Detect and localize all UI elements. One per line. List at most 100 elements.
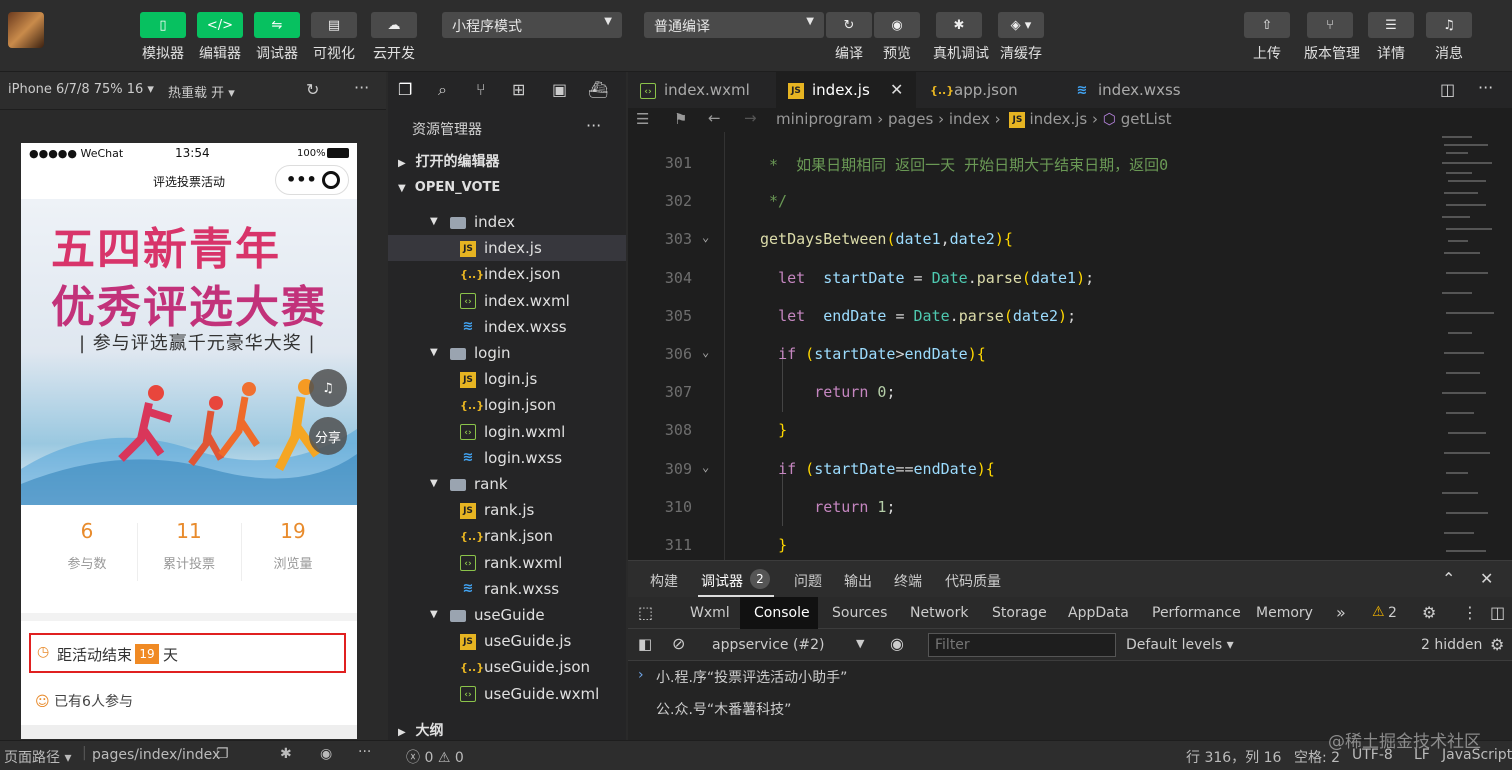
tree-item-rank-wxss[interactable]: ≋ rank.wxss — [388, 576, 626, 602]
dock-icon[interactable]: ◫ — [1490, 603, 1505, 622]
upload-button[interactable]: ⇧ 上传 — [1242, 12, 1292, 63]
code-line[interactable]: 303 getDaysBetween(date1,date2){⌄ — [628, 230, 1436, 268]
more-panels-icon[interactable]: » — [1336, 603, 1346, 622]
open-editors-section[interactable]: ▶ 打开的编辑器 — [388, 149, 626, 175]
tree-item-login-wxss[interactable]: ≋ login.wxss — [388, 445, 626, 471]
code-line[interactable]: 307 return 0; — [628, 383, 1436, 421]
code-line[interactable]: 302 */ — [628, 192, 1436, 230]
cursor-position[interactable]: 行 316，列 16 — [1186, 747, 1281, 767]
tab-build[interactable]: 构建 — [650, 571, 678, 591]
forward-arrow-icon[interactable]: → — [744, 109, 757, 127]
share-button[interactable]: 分享 — [309, 417, 347, 455]
panel-console[interactable]: Console — [754, 605, 810, 621]
tab-output[interactable]: 输出 — [844, 571, 872, 591]
tree-item-index-wxml[interactable]: ‹› index.wxml — [388, 288, 626, 314]
code-line[interactable]: 308 } — [628, 421, 1436, 459]
more-icon[interactable]: ··· — [358, 744, 371, 760]
sidebar-toggle-icon[interactable]: ◧ — [638, 635, 652, 653]
code-line[interactable]: 309 if (startDate==endDate){⌄ — [628, 460, 1436, 498]
files-icon[interactable]: ❐ — [398, 80, 412, 99]
copy-icon[interactable]: ❐ — [216, 746, 229, 762]
avatar[interactable] — [8, 12, 44, 48]
bookmark-icon[interactable]: ⚑ — [674, 110, 687, 128]
search-icon[interactable]: ⌕ — [438, 80, 447, 100]
code-line[interactable]: 311 } — [628, 536, 1436, 560]
tree-item-rank-js[interactable]: JS rank.js — [388, 497, 626, 523]
eye-icon[interactable]: ◉ — [320, 746, 332, 762]
more-icon[interactable]: ··· — [1478, 78, 1493, 97]
chevron-up-icon[interactable]: ⌃ — [1442, 569, 1455, 588]
clear-console-icon[interactable]: ⊘ — [672, 634, 685, 653]
capsule-button[interactable]: ••• — [275, 165, 349, 195]
tree-item-useGuide-js[interactable]: JS useGuide.js — [388, 628, 626, 654]
crumb-index[interactable]: index — [949, 110, 990, 128]
project-section[interactable]: ▼ OPEN_VOTE — [388, 175, 626, 201]
panel-appdata[interactable]: AppData — [1068, 605, 1129, 621]
tree-item-index-json[interactable]: {..}index.json — [388, 261, 626, 287]
editor-button[interactable]: </> 编辑器 — [195, 12, 245, 63]
gear-icon[interactable]: ⚙ — [1422, 603, 1436, 622]
split-editor-icon[interactable]: ◫ — [1440, 80, 1455, 99]
crumb-symbol[interactable]: getList — [1121, 110, 1172, 128]
tree-item-useGuide-wxml[interactable]: ‹› useGuide.wxml — [388, 681, 626, 707]
details-button[interactable]: ☰ 详情 — [1366, 12, 1416, 63]
panel-memory[interactable]: Memory — [1256, 605, 1313, 621]
rotate-icon[interactable]: ↻ — [306, 80, 319, 99]
more-icon[interactable]: ··· — [354, 78, 369, 97]
messages-button[interactable]: ♫ 消息 — [1424, 12, 1474, 63]
compile-select[interactable]: 普通编译 ▼ — [644, 12, 824, 38]
device-select[interactable]: iPhone 6/7/8 75% 16 ▾ — [8, 82, 154, 97]
tree-item-useGuide-json[interactable]: {..}useGuide.json — [388, 654, 626, 680]
panel-storage[interactable]: Storage — [992, 605, 1047, 621]
panel-wxml[interactable]: Wxml — [690, 605, 730, 621]
cloud-button[interactable]: ☁ 云开发 — [369, 12, 419, 63]
tree-item-index-wxss[interactable]: ≋ index.wxss — [388, 314, 626, 340]
eye-icon[interactable]: ◉ — [890, 634, 904, 653]
panel-sources[interactable]: Sources — [832, 605, 887, 621]
code-line[interactable]: 304 let startDate = Date.parse(date1); — [628, 269, 1436, 307]
more-icon[interactable]: ••• — [286, 170, 317, 189]
visualize-button[interactable]: ▤ 可视化 — [309, 12, 359, 63]
tab-debugger[interactable]: 调试器 — [701, 571, 743, 591]
code-line[interactable]: 306 if (startDate>endDate){⌄ — [628, 345, 1436, 383]
tab-code-quality[interactable]: 代码质量 — [945, 571, 1001, 591]
problems-indicator[interactable]: ⓧ 0 ⚠ 0 — [406, 747, 464, 767]
minimap[interactable] — [1436, 132, 1512, 560]
save-icon[interactable]: ▣ — [552, 80, 567, 99]
tree-item-useGuide[interactable]: ▼ useGuide — [388, 602, 626, 628]
crumb-pages[interactable]: pages — [888, 110, 933, 128]
fold-chevron-icon[interactable]: ⌄ — [702, 345, 709, 359]
tree-item-login-json[interactable]: {..}login.json — [388, 392, 626, 418]
preview-button[interactable]: ◉ 预览 — [872, 12, 922, 63]
code-editor[interactable]: 301 * 如果日期相同 返回一天 开始日期大于结束日期，返回0 302 */30… — [628, 132, 1436, 560]
tab-problems[interactable]: 问题 — [794, 571, 822, 591]
back-arrow-icon[interactable]: ← — [708, 109, 721, 127]
code-line[interactable]: 301 * 如果日期相同 返回一天 开始日期大于结束日期，返回0 — [628, 154, 1436, 192]
hot-reload-select[interactable]: 热重载 开 ▾ — [168, 82, 235, 101]
inspect-icon[interactable]: ⬚ — [638, 603, 653, 622]
levels-select[interactable]: Default levels ▾ — [1126, 637, 1234, 653]
warning-count[interactable]: 2 — [1388, 605, 1397, 621]
tree-item-rank[interactable]: ▼ rank — [388, 471, 626, 497]
compile-button[interactable]: ↻ 编译 — [824, 12, 874, 63]
close-icon[interactable]: ✕ — [1480, 569, 1493, 588]
tree-item-rank-json[interactable]: {..}rank.json — [388, 523, 626, 549]
bug-icon[interactable]: ✱ — [280, 746, 292, 762]
kebab-icon[interactable]: ⋮ — [1462, 603, 1478, 622]
clear-cache-button[interactable]: ◈ ▾ 清缓存 — [996, 12, 1046, 63]
debugger-button[interactable]: ⇋ 调试器 — [252, 12, 302, 63]
tab-index-wxml[interactable]: ‹› index.wxml — [628, 72, 774, 108]
tab-index-js[interactable]: JS index.js ✕ — [776, 72, 916, 108]
fold-chevron-icon[interactable]: ⌄ — [702, 230, 709, 244]
console-filter-input[interactable] — [928, 633, 1116, 657]
panel-performance[interactable]: Performance — [1152, 605, 1241, 621]
fold-chevron-icon[interactable]: ⌄ — [702, 460, 709, 474]
tree-item-index-js[interactable]: JS index.js — [388, 235, 626, 262]
tree-item-index[interactable]: ▼ index — [388, 209, 626, 235]
code-line[interactable]: 310 return 1; — [628, 498, 1436, 536]
tab-index-wxss[interactable]: ≋ index.wxss — [1062, 72, 1206, 108]
more-icon[interactable]: ··· — [586, 116, 601, 135]
context-select[interactable]: appservice (#2) — [712, 637, 825, 653]
close-icon[interactable]: ✕ — [890, 72, 903, 108]
docker-icon[interactable]: ⛴ — [588, 80, 608, 99]
